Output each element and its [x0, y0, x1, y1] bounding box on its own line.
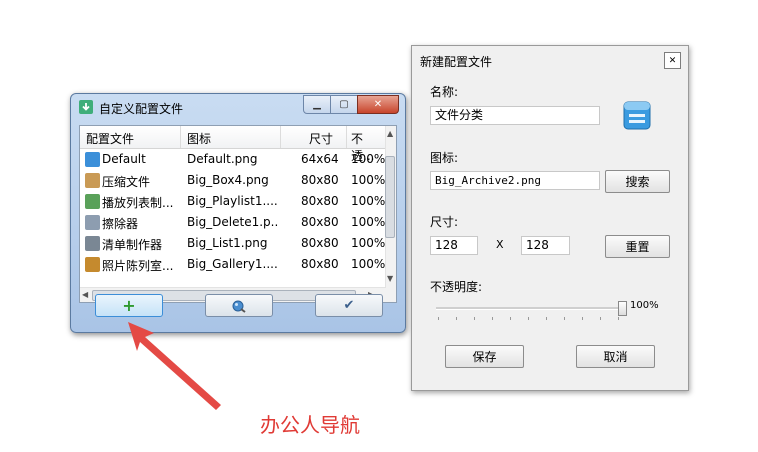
- opacity-label: 不透明度:: [430, 280, 483, 294]
- slider-tick: [600, 317, 601, 320]
- close-icon[interactable]: ✕: [664, 52, 681, 69]
- opacity-value: 100%: [630, 300, 659, 311]
- slider-tick: [456, 317, 457, 320]
- slider-tick: [474, 317, 475, 320]
- archive-icon: [623, 101, 651, 130]
- cancel-button[interactable]: 取消: [576, 345, 655, 368]
- opacity-slider-track[interactable]: [436, 307, 622, 310]
- slider-tick: [582, 317, 583, 320]
- slider-tick: [492, 317, 493, 320]
- name-label: 名称:: [430, 85, 459, 99]
- slider-tick: [510, 317, 511, 320]
- name-field[interactable]: 文件分类: [430, 106, 600, 125]
- width-field[interactable]: 128: [430, 236, 478, 255]
- size-label: 尺寸:: [430, 215, 459, 229]
- slider-tick: [438, 317, 439, 320]
- new-profile-dialog: 新建配置文件 ✕ 名称: 文件分类 图标: Big_Archive2.png 搜…: [411, 45, 689, 391]
- slider-tick: [618, 317, 619, 320]
- save-button[interactable]: 保存: [445, 345, 524, 368]
- icon-path-field[interactable]: Big_Archive2.png: [430, 171, 600, 190]
- slider-tick: [546, 317, 547, 320]
- slider-ticks: [438, 317, 622, 321]
- dialog-title: 新建配置文件: [420, 55, 493, 69]
- icon-label: 图标:: [430, 151, 459, 165]
- slider-tick: [528, 317, 529, 320]
- size-separator: X: [496, 238, 504, 251]
- opacity-slider-thumb[interactable]: [618, 301, 627, 316]
- slider-tick: [564, 317, 565, 320]
- reset-button[interactable]: 重置: [605, 235, 670, 258]
- height-field[interactable]: 128: [521, 236, 570, 255]
- search-button[interactable]: 搜索: [605, 170, 670, 193]
- annotation-text: 办公人导航: [260, 413, 360, 437]
